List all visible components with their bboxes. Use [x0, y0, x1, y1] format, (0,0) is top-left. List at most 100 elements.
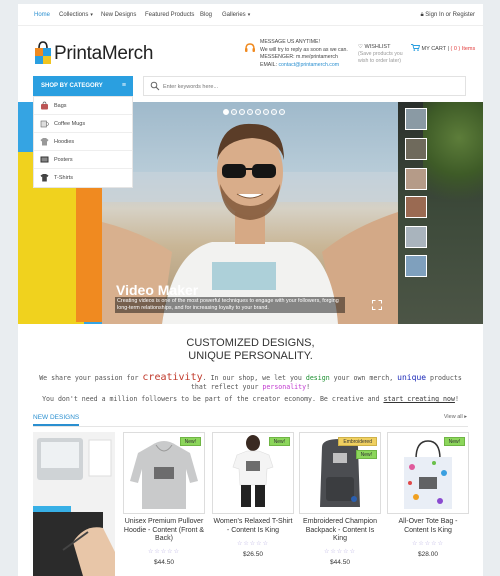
hero-thumbnail-5[interactable]: [405, 226, 427, 248]
logo-text: PrintaMerch: [54, 43, 154, 64]
product-name[interactable]: Women's Relaxed T-Shirt - Content Is Kin…: [212, 518, 294, 535]
cart-icon: [411, 44, 421, 51]
nav-galleries[interactable]: Galleries ▾: [222, 12, 250, 18]
designer-illustration: [33, 432, 115, 576]
signin-link[interactable]: 🔒︎ Sign In or Register: [420, 12, 475, 19]
contact-email-link[interactable]: contact@printamerch.com: [278, 62, 339, 68]
start-creating-link[interactable]: start creating now: [383, 395, 454, 403]
hero-thumbnail-4[interactable]: [405, 196, 427, 218]
view-all-link[interactable]: View all ▸: [444, 414, 467, 420]
category-item-coffee-mugs[interactable]: Coffee Mugs: [34, 115, 132, 133]
new-badge: New!: [355, 450, 377, 459]
category-list: Bags Coffee Mugs Hoodies Posters T-Shirt…: [33, 96, 133, 188]
share-text: . In our shop, we let you: [202, 374, 306, 382]
rating-stars: ☆☆☆☆☆: [324, 549, 356, 555]
wishlist-title: WISHLIST: [364, 44, 391, 50]
slider-dot[interactable]: [231, 109, 237, 115]
creator-paragraph: You don't need a million followers to be…: [18, 395, 483, 403]
slider-dot[interactable]: [271, 109, 277, 115]
mug-icon: [40, 120, 49, 128]
slider-dot[interactable]: [223, 109, 229, 115]
bag-icon: [41, 101, 48, 110]
tshirt-icon: [40, 174, 49, 182]
product-card[interactable]: New! Women's Relaxed T-Shirt - Content I…: [212, 432, 294, 576]
product-image[interactable]: New!: [387, 432, 469, 514]
nav-collections-label: Collections: [59, 12, 89, 18]
wishlist-note-2: wish to order later): [358, 58, 401, 64]
logo[interactable]: PrintaMerch: [34, 41, 153, 69]
product-image[interactable]: Embroidered New!: [299, 432, 381, 514]
nav-new-designs[interactable]: New Designs: [101, 12, 136, 18]
product-name[interactable]: Unisex Premium Pullover Hoodie - Content…: [123, 518, 205, 544]
embroidered-badge: Embroidered: [338, 437, 377, 446]
contact-email-row: EMAIL: contact@printamerch.com: [260, 62, 348, 70]
hero-plant: [423, 102, 483, 222]
search-icon[interactable]: [150, 81, 160, 91]
product-name[interactable]: All-Over Tote Bag - Content Is King: [387, 518, 469, 535]
share-text: that reflect your: [190, 383, 263, 391]
hero-left-accent: [76, 172, 102, 322]
hero-subtitle: Creating videos is one of the most power…: [115, 297, 345, 313]
cart-label: MY CART: [421, 46, 446, 52]
category-item-label: Hoodies: [54, 139, 75, 145]
product-card[interactable]: New! All-Over Tote Bag - Content Is King…: [387, 432, 469, 576]
share-unique: unique: [397, 373, 427, 382]
contact-email-label: EMAIL:: [260, 61, 279, 68]
wishlist-link[interactable]: ♡ WISHLIST (Save products you wish to or…: [358, 44, 418, 65]
share-personality: personality: [262, 383, 307, 391]
category-item-hoodies[interactable]: Hoodies: [34, 133, 132, 151]
chevron-down-icon: ▾: [90, 12, 93, 18]
tagline-line-1: CUSTOMIZED DESIGNS,: [186, 337, 315, 349]
search-input[interactable]: [163, 81, 453, 92]
product-card[interactable]: Embroidered New! Embroidered Champion Ba…: [299, 432, 381, 576]
poster-icon: [40, 156, 49, 163]
hero-thumbnail-1[interactable]: [405, 108, 427, 130]
cart-link[interactable]: MY CART | ( 0 ) Items: [411, 44, 475, 52]
category-item-label: Bags: [54, 103, 67, 109]
slider-dot[interactable]: [247, 109, 253, 115]
chevron-right-icon: ▸: [462, 414, 467, 420]
slider-dot[interactable]: [255, 109, 261, 115]
category-item-posters[interactable]: Posters: [34, 151, 132, 169]
nav-home[interactable]: Home: [34, 12, 50, 18]
category-item-label: Posters: [54, 157, 73, 163]
wishlist-note-1: (Save products you: [358, 51, 403, 57]
share-text: !: [306, 383, 311, 391]
contact-text: MESSAGE US ANYTIME! We will try to reply…: [260, 39, 348, 69]
slider-dot[interactable]: [263, 109, 269, 115]
section-divider: [33, 426, 468, 427]
nav-galleries-label: Galleries: [222, 12, 246, 18]
share-creativity: creativity: [142, 372, 203, 383]
product-price: $28.00: [418, 551, 438, 558]
shopping-bag-logo-icon: [35, 41, 51, 64]
hero-thumbnail-2[interactable]: [405, 138, 427, 160]
product-card[interactable]: New! Unisex Premium Pullover Hoodie - Co…: [123, 432, 205, 576]
product-name[interactable]: Embroidered Champion Backpack - Content …: [299, 518, 381, 544]
category-item-bags[interactable]: Bags: [34, 97, 132, 115]
rating-stars: ☆☆☆☆☆: [412, 541, 444, 547]
top-navigation: Home Collections ▾ New Designs Featured P…: [18, 4, 483, 26]
nav-featured-products[interactable]: Featured Products: [145, 12, 194, 18]
nav-collections[interactable]: Collections ▾: [59, 12, 93, 18]
fullscreen-icon[interactable]: [372, 300, 382, 310]
slider-dot[interactable]: [279, 109, 285, 115]
category-item-t-shirts[interactable]: T-Shirts: [34, 169, 132, 187]
nav-blog[interactable]: Blog: [200, 12, 212, 18]
new-designs-banner[interactable]: [33, 432, 115, 576]
creator-text: !: [454, 395, 459, 403]
shop-by-category-button[interactable]: SHOP BY CATEGORY ≡: [33, 76, 133, 96]
shop-by-category-label: SHOP BY CATEGORY: [41, 83, 103, 89]
creator-text: You don't need a million followers to be…: [42, 395, 384, 403]
share-text: We share your passion for: [39, 374, 143, 382]
product-image[interactable]: New!: [212, 432, 294, 514]
new-badge: New!: [268, 437, 290, 446]
slider-dot[interactable]: [239, 109, 245, 115]
hero-title: Video Maker: [116, 282, 199, 298]
signin-label: Sign In or Register: [425, 12, 475, 18]
menu-icon: ≡: [121, 82, 126, 89]
hero-thumbnail-6[interactable]: [405, 255, 427, 277]
contact-heading: MESSAGE US ANYTIME!: [260, 39, 320, 45]
hero-thumbnail-3[interactable]: [405, 168, 427, 190]
share-text: products: [426, 374, 462, 382]
product-image[interactable]: New!: [123, 432, 205, 514]
